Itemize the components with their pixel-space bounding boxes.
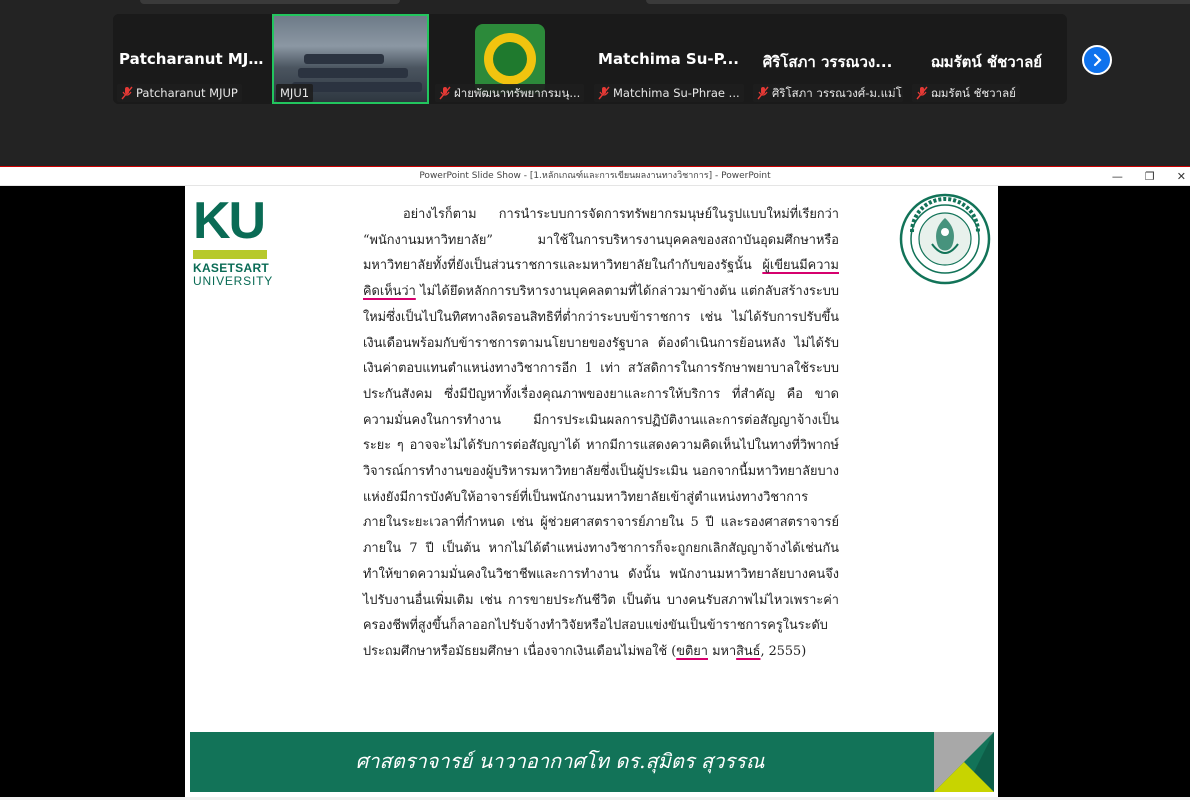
ku-logo-mark: KU — [193, 192, 266, 250]
participant-label: Matchima Su-Phrae ... — [594, 84, 744, 102]
ku-logo-kasetsart: KASETSART — [193, 261, 270, 275]
participant-tile[interactable]: ศิริโสภา วรรณวง... ศิริโสภา วรรณวงศ์-ม.แ… — [749, 14, 906, 104]
minimize-button[interactable]: — — [1112, 167, 1123, 186]
participant-display-name: Patcharanut MJ... — [119, 50, 266, 68]
participant-label-text: Patcharanut MJUP — [136, 86, 238, 100]
mic-off-icon — [757, 86, 769, 100]
powerpoint-title-bar: PowerPoint Slide Show - [1.หลักเกณฑ์และก… — [0, 166, 1190, 186]
window-title: PowerPoint Slide Show - [1.หลักเกณฑ์และก… — [419, 171, 771, 181]
underlined-phrase: ขติยา — [676, 643, 708, 659]
mic-off-icon — [121, 86, 133, 100]
participant-tile[interactable]: ฝ่ายพัฒนาทรัพยากรมนุ... — [431, 14, 588, 104]
slide-footer-banner: ศาสตราจารย์ นาวาอากาศโท ดร.สุมิตร สุวรรณ — [190, 732, 994, 792]
participant-display-name: ศิริโสภา วรรณวง... — [762, 53, 893, 71]
university-seal-icon — [899, 193, 991, 285]
mic-off-icon — [439, 86, 451, 100]
ku-logo-university: UNIVERSITY — [193, 274, 274, 288]
mic-off-icon — [916, 86, 928, 100]
participant-label: ฝ่ายพัฒนาทรัพยากรมนุ... — [435, 84, 585, 102]
slide-canvas: KU KASETSART UNIVERSITY อย่างไรก็ตาม การ… — [185, 186, 998, 798]
participant-label-text: ศิริโสภา วรรณวงศ์-ม.แม่โ... — [772, 86, 903, 100]
participant-label-text: ฝ่ายพัฒนาทรัพยากรมนุ... — [454, 86, 581, 100]
chevron-right-icon — [1093, 53, 1102, 67]
participant-label-text: MJU1 — [280, 86, 310, 100]
participant-label-text: ฌมรัตน์ ชัชวาลย์ — [931, 86, 1016, 100]
close-button[interactable]: ✕ — [1177, 167, 1186, 186]
mic-off-icon — [598, 86, 610, 100]
top-toolbar-right — [646, 0, 1190, 4]
ku-logo-bar — [193, 250, 267, 259]
participant-label: ศิริโสภา วรรณวงศ์-ม.แม่โ... — [753, 84, 903, 102]
next-page-button[interactable] — [1082, 45, 1112, 75]
ku-logo: KU KASETSART UNIVERSITY — [193, 192, 274, 288]
participant-label: MJU1 — [276, 84, 314, 102]
presenter-name: ศาสตราจารย์ นาวาอากาศโท ดร.สุมิตร สุวรรณ — [355, 749, 765, 773]
participant-label: ฌมรัตน์ ชัชวาลย์ — [912, 84, 1020, 102]
corner-decoration-icon — [934, 732, 994, 792]
slide-body-text: อย่างไรก็ตาม การนำระบบการจัดการทรัพยากรม… — [363, 202, 839, 665]
top-toolbar-left — [140, 0, 400, 4]
participant-display-name: ฌมรัตน์ ชัชวาลย์ — [930, 53, 1043, 71]
paragraph-text-part: ไม่ได้ยึดหลักการบริหารงานบุคคลตามที่ได้ก… — [363, 284, 839, 659]
powerpoint-window: PowerPoint Slide Show - [1.หลักเกณฑ์และก… — [0, 166, 1190, 800]
restore-button[interactable]: ❐ — [1145, 167, 1155, 186]
underlined-phrase: สินธ์ — [736, 643, 761, 659]
participant-display-name: Matchima Su-P... — [598, 50, 739, 68]
participant-tile[interactable]: Patcharanut MJ... Patcharanut MJUP — [113, 14, 270, 104]
paragraph-text-part: , 2555) — [760, 643, 807, 659]
participant-tile-active-speaker[interactable]: MJU1 — [272, 14, 429, 104]
slide-paragraph: อย่างไรก็ตาม การนำระบบการจัดการทรัพยากรม… — [363, 202, 839, 665]
paragraph-text-part: มหา — [708, 643, 737, 659]
participant-tile[interactable]: Matchima Su-P... Matchima Su-Phrae ... — [590, 14, 747, 104]
participant-label: Patcharanut MJUP — [117, 84, 242, 102]
participant-label-text: Matchima Su-Phrae ... — [613, 86, 740, 100]
participant-tile[interactable]: ฌมรัตน์ ชัชวาลย์ ฌมรัตน์ ชัชวาลย์ — [908, 14, 1065, 104]
participant-gallery: Patcharanut MJ... Patcharanut MJUP MJU1 … — [113, 14, 1067, 104]
